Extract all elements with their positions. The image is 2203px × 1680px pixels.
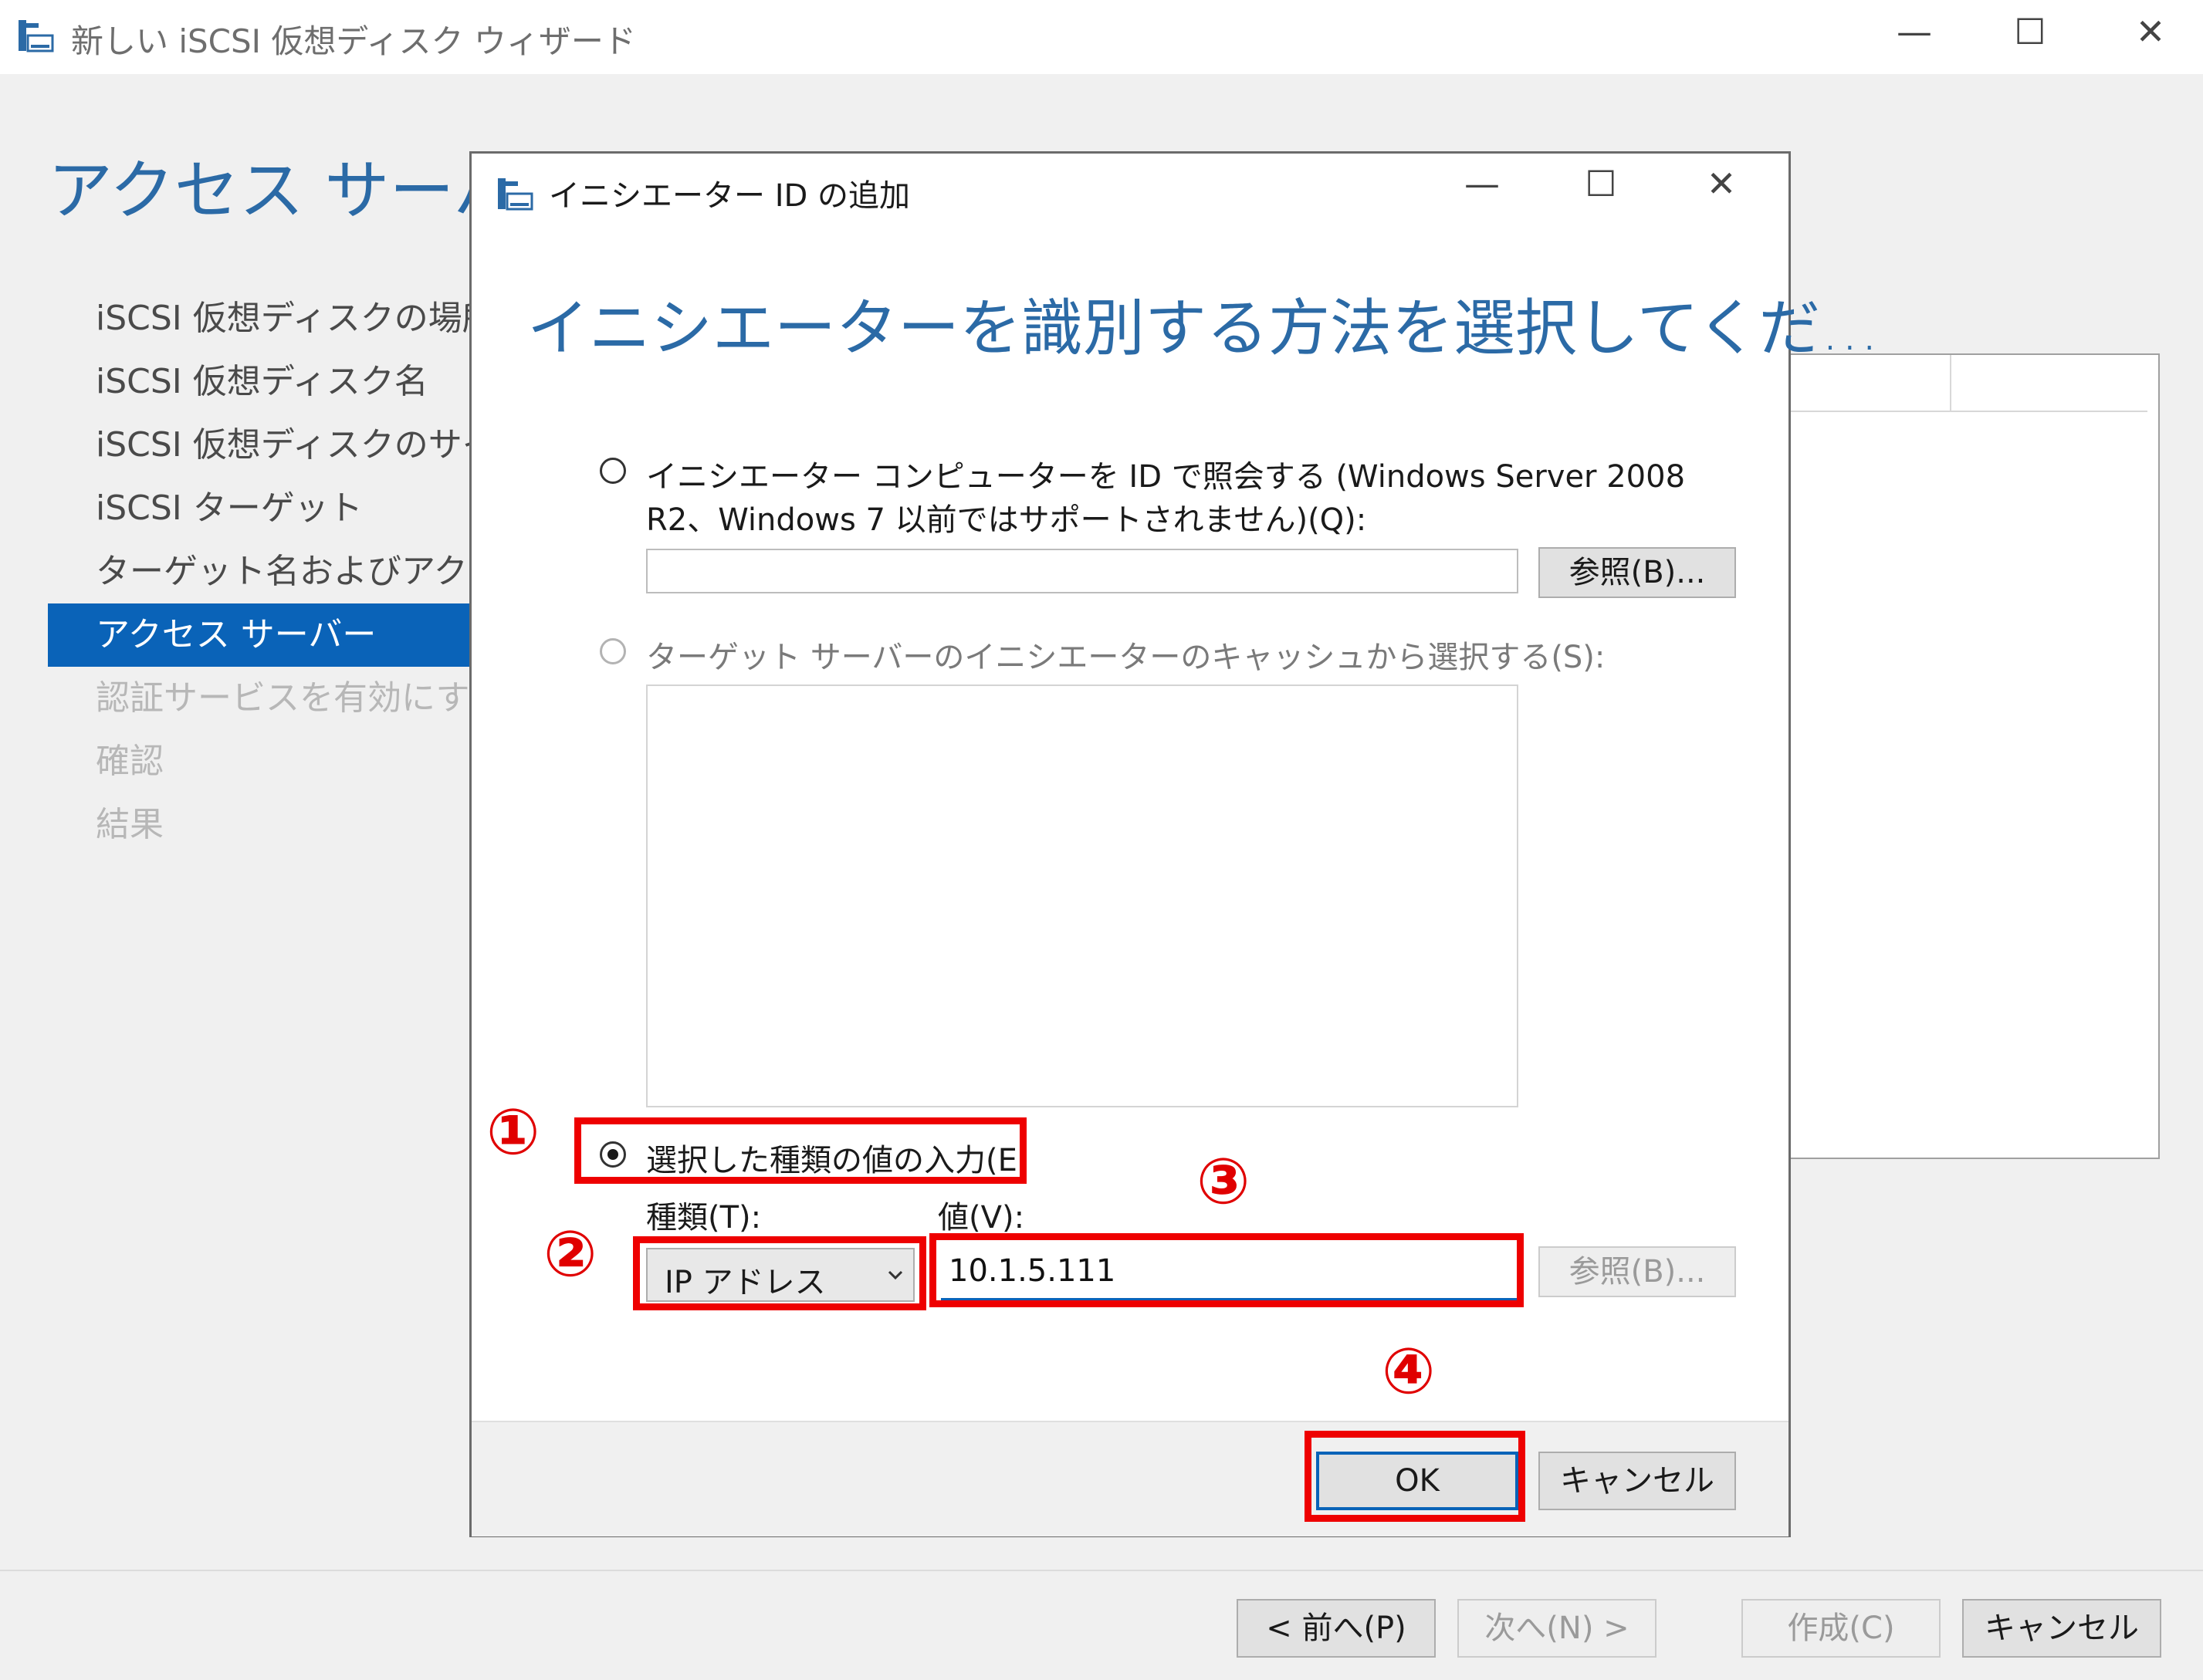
- dialog-heading: イニシエーターを識別する方法を選択してくだ...: [527, 292, 1880, 364]
- create-button: 作成(C): [1741, 1599, 1941, 1658]
- storage-drive-icon: [19, 20, 54, 52]
- step-disk-name[interactable]: iSCSI 仮想ディスク名: [48, 350, 471, 414]
- maximize-button[interactable]: ☐: [1999, 14, 2061, 49]
- step-disk-size[interactable]: iSCSI 仮想ディスクのサイズ: [48, 414, 529, 477]
- step-iscsi-target[interactable]: iSCSI ターゲット: [48, 477, 471, 540]
- step-results: 結果: [96, 805, 164, 844]
- initiator-list-panel[interactable]: [1788, 353, 2160, 1159]
- main-titlebar: 新しい iSCSI 仮想ディスク ウィザード — ☐ ✕: [0, 0, 2203, 74]
- query-by-id-radio[interactable]: [600, 458, 626, 484]
- dialog-close-button[interactable]: ✕: [1694, 166, 1748, 201]
- dialog-cancel-button[interactable]: キャンセル: [1538, 1452, 1736, 1510]
- type-select-value: IP アドレス: [665, 1265, 826, 1300]
- value-input[interactable]: [941, 1243, 1518, 1300]
- value-label: 値(V):: [938, 1200, 1025, 1235]
- next-button: 次へ(N) >: [1457, 1599, 1656, 1658]
- add-initiator-dialog: イニシエーター ID の追加 — ☐ ✕ イニシエーターを識別する方法を選択して…: [469, 151, 1880, 1537]
- step-number-2: ②: [543, 1218, 597, 1291]
- browse-value-button: 参照(B)...: [1538, 1246, 1736, 1297]
- chevron-down-icon: [888, 1270, 903, 1280]
- step-number-3: ③: [1196, 1145, 1250, 1219]
- column-separator[interactable]: [1950, 355, 1951, 411]
- query-by-id-label-line1: イニシエーター コンピューターを ID で照会する (Windows Serve…: [646, 459, 1686, 495]
- computer-id-input[interactable]: [646, 549, 1518, 593]
- step-target-name-access[interactable]: ターゲット名およびアクセス: [48, 540, 536, 603]
- cache-label: ターゲット サーバーのイニシエーターのキャッシュから選択する(S):: [646, 640, 1606, 675]
- query-by-id-label-line2: R2、Windows 7 以前ではサポートされません)(Q):: [646, 502, 1367, 538]
- initiator-cache-list: [646, 685, 1518, 1107]
- step-disk-location[interactable]: iSCSI 仮想ディスクの場所: [48, 287, 496, 350]
- minimize-button[interactable]: —: [1883, 14, 1945, 49]
- dialog-minimize-button[interactable]: —: [1455, 166, 1509, 201]
- dialog-footer: OK キャンセル: [472, 1421, 1788, 1536]
- wizard-steps: iSCSI 仮想ディスクの場所 iSCSI 仮想ディスク名 iSCSI 仮想ディ…: [48, 287, 536, 857]
- enter-value-label: 選択した種類の値の入力(E): [646, 1143, 1030, 1178]
- wizard-cancel-button[interactable]: キャンセル: [1962, 1599, 2161, 1658]
- browse-computer-button[interactable]: 参照(B)...: [1538, 547, 1736, 598]
- storage-drive-icon: [498, 178, 533, 211]
- step-number-4: ④: [1382, 1335, 1436, 1408]
- step-enable-auth: 認証サービスを有効にする: [96, 678, 504, 718]
- wizard-footer: < 前へ(P) 次へ(N) > 作成(C) キャンセル: [0, 1570, 2203, 1680]
- step-access-server[interactable]: アクセス サーバー: [48, 603, 471, 667]
- window-title: 新しい iSCSI 仮想ディスク ウィザード: [71, 22, 636, 60]
- ok-button[interactable]: OK: [1316, 1452, 1518, 1510]
- type-select[interactable]: IP アドレス: [646, 1248, 915, 1302]
- type-label: 種類(T):: [646, 1200, 762, 1235]
- dialog-maximize-button[interactable]: ☐: [1574, 166, 1628, 201]
- step-number-1: ①: [486, 1096, 540, 1169]
- step-confirm: 確認: [96, 742, 164, 781]
- previous-button[interactable]: < 前へ(P): [1237, 1599, 1436, 1658]
- dialog-title: イニシエーター ID の追加: [549, 178, 911, 214]
- enter-value-radio[interactable]: [600, 1141, 626, 1168]
- close-button[interactable]: ✕: [2120, 14, 2181, 49]
- cache-radio: [600, 638, 626, 664]
